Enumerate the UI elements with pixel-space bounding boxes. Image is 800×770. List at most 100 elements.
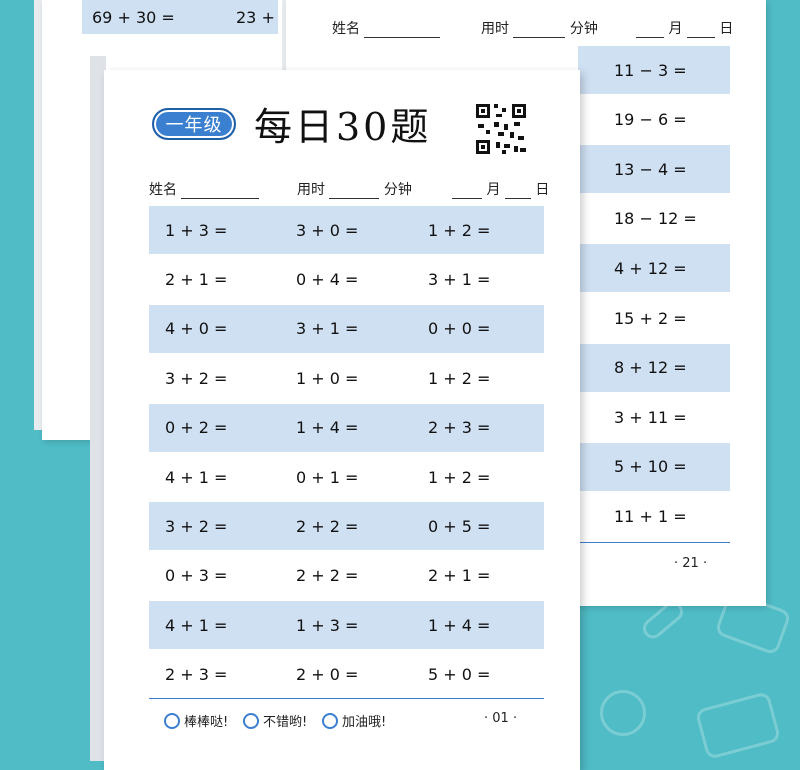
problem: 0 + 2 =	[165, 418, 228, 438]
problem: 0 + 1 =	[296, 467, 359, 487]
problem-row: 19 − 6 =	[578, 96, 730, 144]
rating-option-3[interactable]: 加油哦!	[322, 711, 386, 730]
problem: 4 + 0 =	[165, 319, 228, 339]
day-blank	[686, 23, 715, 38]
problem-row: 11 + 1 =	[578, 492, 730, 540]
month-blank	[636, 23, 664, 38]
problem: 1 + 0 =	[296, 368, 359, 388]
problem: 5 + 10 =	[614, 457, 687, 477]
minute-label: 分钟	[383, 182, 412, 198]
back-right-divider	[578, 542, 730, 543]
back-right-header: 姓名	[332, 18, 441, 38]
month-label: 月	[668, 21, 683, 37]
problem-row: 15 + 2 =	[578, 294, 730, 342]
problem: 2 + 2 =	[296, 566, 359, 586]
problem: 2 + 0 =	[296, 665, 359, 685]
problem: 4 + 1 =	[165, 615, 228, 635]
front-date-field[interactable]: 月 日	[452, 179, 549, 199]
name-blank	[364, 23, 441, 38]
rating-label: 加油哦!	[342, 715, 387, 730]
problem: 1 + 4 =	[296, 418, 359, 438]
front-name-field[interactable]: 姓名	[149, 179, 260, 199]
rating-option-2[interactable]: 不错哟!	[243, 711, 307, 730]
problem: 3 + 1 =	[296, 319, 359, 339]
problem-row: 3 + 2 = 1 + 0 = 1 + 2 =	[149, 354, 544, 402]
radio-circle-icon[interactable]	[243, 712, 259, 729]
back-right-page-number: · 21 ·	[674, 556, 708, 571]
problem-row: 1 + 3 = 3 + 0 = 1 + 2 =	[149, 206, 544, 254]
problem: 5 + 0 =	[428, 665, 491, 685]
problem: 8 + 12 =	[614, 358, 687, 378]
problem: 15 + 2 =	[614, 308, 687, 328]
problem: 18 − 12 =	[614, 209, 697, 229]
back-left-row: 69 + 30 = 23 +	[82, 0, 278, 34]
qr-code-icon[interactable]	[474, 102, 528, 156]
radio-circle-icon[interactable]	[322, 712, 338, 729]
problem-row: 4 + 0 = 3 + 1 = 0 + 0 =	[149, 304, 544, 353]
problem: 2 + 3 =	[428, 418, 491, 438]
problem: 0 + 5 =	[428, 516, 491, 536]
problem-row: 13 − 4 =	[578, 145, 730, 194]
month-blank[interactable]	[452, 184, 482, 199]
rating-option-1[interactable]: 棒棒哒!	[164, 711, 228, 730]
front-page-number: · 01 ·	[484, 711, 518, 726]
day-label: 日	[719, 21, 734, 37]
problem: 1 + 3 =	[296, 615, 359, 635]
minute-label: 分钟	[569, 21, 598, 37]
problem: 4 + 12 =	[614, 258, 687, 278]
name-blank[interactable]	[181, 184, 260, 199]
problem-row: 3 + 2 = 2 + 2 = 0 + 5 =	[149, 502, 544, 551]
problem: 11 − 3 =	[614, 60, 687, 80]
day-blank[interactable]	[504, 184, 531, 199]
problem: 2 + 1 =	[428, 566, 491, 586]
problem: 3 + 2 =	[165, 368, 228, 388]
problem: 1 + 4 =	[428, 615, 491, 635]
day-label: 日	[535, 182, 550, 198]
name-label: 姓名	[332, 21, 360, 37]
rating-label: 不错哟!	[263, 715, 308, 730]
time-blank[interactable]	[329, 184, 380, 199]
problem-row: 2 + 3 = 2 + 0 = 5 + 0 =	[149, 651, 544, 699]
problem: 1 + 2 =	[428, 368, 491, 388]
problem: 3 + 0 =	[296, 220, 359, 240]
problem: 0 + 3 =	[165, 566, 228, 586]
radio-circle-icon[interactable]	[164, 712, 180, 729]
problem: 2 + 3 =	[165, 665, 228, 685]
problem-row: 8 + 12 =	[578, 343, 730, 392]
problem: 1 + 2 =	[428, 220, 491, 240]
problem: 13 − 4 =	[614, 159, 687, 179]
back-right-time: 用时 分钟	[481, 18, 598, 38]
time-blank	[513, 23, 566, 38]
time-label: 用时	[481, 21, 509, 37]
problem: 1 + 2 =	[428, 467, 491, 487]
problem-row: 11 − 3 =	[578, 46, 730, 94]
time-label: 用时	[297, 182, 325, 198]
problem: 19 − 6 =	[614, 110, 687, 130]
problem: 2 + 2 =	[296, 516, 359, 536]
page-title: 每日30题	[254, 105, 432, 149]
problem: 4 + 1 =	[165, 467, 228, 487]
problem-row: 0 + 3 = 2 + 2 = 2 + 1 =	[149, 552, 544, 600]
front-divider	[149, 698, 544, 699]
problem: 23 +	[236, 7, 275, 27]
problem-row: 4 + 1 = 1 + 3 = 1 + 4 =	[149, 601, 544, 650]
problem-row: 4 + 1 = 0 + 1 = 1 + 2 =	[149, 453, 544, 501]
problem: 69 + 30 =	[92, 7, 175, 27]
problem: 1 + 3 =	[165, 220, 228, 240]
month-label: 月	[486, 182, 501, 198]
grade-badge: 一年级	[152, 108, 236, 140]
problem: 3 + 11 =	[614, 407, 687, 427]
problem-row: 0 + 2 = 1 + 4 = 2 + 3 =	[149, 403, 544, 452]
problem-row: 4 + 12 =	[578, 244, 730, 293]
back-right-date: 月 日	[636, 18, 733, 38]
front-time-field[interactable]: 用时 分钟	[297, 179, 412, 199]
problem: 0 + 0 =	[428, 319, 491, 339]
problem-row: 2 + 1 = 0 + 4 = 3 + 1 =	[149, 255, 544, 303]
doodle-shape-3	[694, 691, 782, 760]
problem-row: 5 + 10 =	[578, 442, 730, 491]
problem: 2 + 1 =	[165, 269, 228, 289]
doodle-shape-2	[600, 690, 646, 736]
rating-label: 棒棒哒!	[184, 715, 229, 730]
problem-row: 18 − 12 =	[578, 195, 730, 243]
problem-row: 3 + 11 =	[578, 393, 730, 441]
